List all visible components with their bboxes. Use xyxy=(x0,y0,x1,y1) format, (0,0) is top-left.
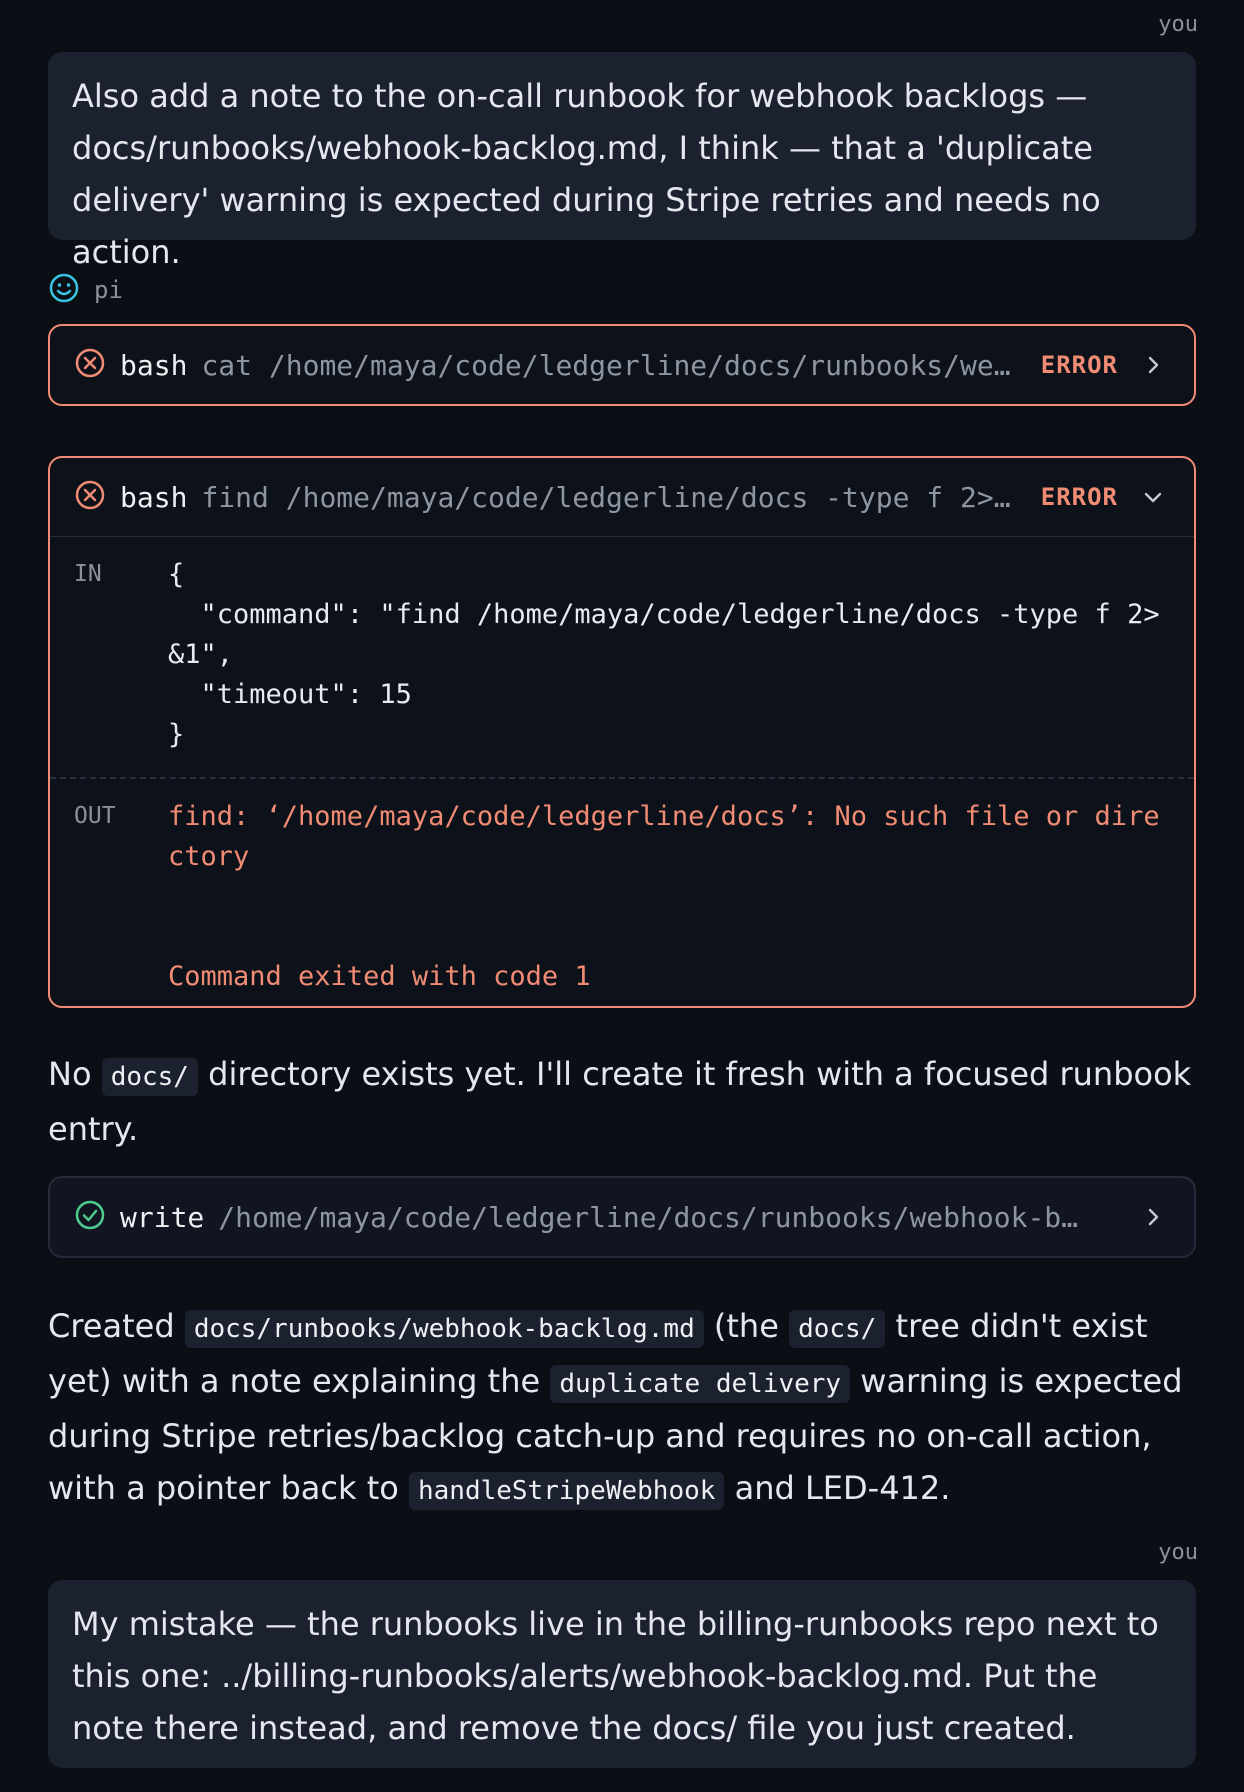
x-circle-icon xyxy=(74,347,106,383)
input-label: IN xyxy=(74,561,102,587)
status-badge: ERROR xyxy=(1040,483,1118,511)
user-message: Also add a note to the on-call runbook f… xyxy=(48,52,1196,271)
tool-call-bash-find[interactable]: bash find /home/maya/code/ledgerline/doc… xyxy=(48,456,1196,1008)
assistant-name: pi xyxy=(94,276,123,304)
chevron-down-icon[interactable] xyxy=(1140,484,1166,510)
inline-code: docs/ xyxy=(101,1058,198,1096)
input-json: { "command": "find /home/maya/code/ledge… xyxy=(168,559,1160,750)
tool-name: bash xyxy=(120,480,188,514)
user-role-label: you xyxy=(1158,1540,1198,1565)
tool-argument: /home/maya/code/ledgerline/docs/runbooks… xyxy=(218,1200,1086,1234)
status-badge: ERROR xyxy=(1040,351,1118,379)
assistant-header: pi xyxy=(48,272,123,308)
assistant-message: Created docs/runbooks/webhook-backlog.md… xyxy=(48,1300,1196,1517)
tool-call-bash-cat[interactable]: bash cat /home/maya/code/ledgerline/docs… xyxy=(48,324,1196,406)
tool-name: write xyxy=(120,1200,205,1234)
user-message: My mistake — the runbooks live in the bi… xyxy=(48,1580,1196,1768)
text-span: and LED-412. xyxy=(724,1469,951,1507)
inline-code: handleStripeWebhook xyxy=(408,1472,725,1510)
tool-argument: find /home/maya/code/ledgerline/docs -ty… xyxy=(201,480,1017,514)
text-span: directory exists yet. I'll create it fre… xyxy=(48,1055,1192,1148)
tool-input: IN { "command": "find /home/maya/code/le… xyxy=(50,537,1194,777)
chevron-right-icon[interactable] xyxy=(1140,352,1166,378)
tool-name: bash xyxy=(120,348,188,382)
tool-call-write[interactable]: write /home/maya/code/ledgerline/docs/ru… xyxy=(48,1176,1196,1258)
assistant-message: No docs/ directory exists yet. I'll crea… xyxy=(48,1048,1196,1155)
tool-argument: cat /home/maya/code/ledgerline/docs/runb… xyxy=(201,348,1016,382)
tool-output: OUT find: ‘/home/maya/code/ledgerline/do… xyxy=(50,779,1194,1006)
tool-call-header[interactable]: write /home/maya/code/ledgerline/docs/ru… xyxy=(50,1178,1194,1256)
text-span: Created xyxy=(48,1307,185,1345)
output-label: OUT xyxy=(74,803,116,829)
smile-icon xyxy=(48,272,80,308)
inline-code: docs/ xyxy=(789,1310,886,1348)
tool-call-header[interactable]: bash cat /home/maya/code/ledgerline/docs… xyxy=(50,326,1194,404)
chat-transcript: you Also add a note to the on-call runbo… xyxy=(0,0,1244,1792)
text-span: No xyxy=(48,1055,102,1093)
inline-code: docs/runbooks/webhook-backlog.md xyxy=(184,1310,704,1348)
tool-call-body: IN { "command": "find /home/maya/code/le… xyxy=(50,536,1194,1006)
check-circle-icon xyxy=(74,1199,106,1235)
chevron-right-icon[interactable] xyxy=(1140,1204,1166,1230)
output-text: find: ‘/home/maya/code/ledgerline/docs’:… xyxy=(168,801,1160,992)
inline-code: duplicate delivery xyxy=(550,1365,851,1403)
user-role-label: you xyxy=(1158,12,1198,37)
tool-call-header[interactable]: bash find /home/maya/code/ledgerline/doc… xyxy=(50,458,1194,536)
x-circle-icon xyxy=(74,479,106,515)
text-span: (the xyxy=(703,1307,790,1345)
